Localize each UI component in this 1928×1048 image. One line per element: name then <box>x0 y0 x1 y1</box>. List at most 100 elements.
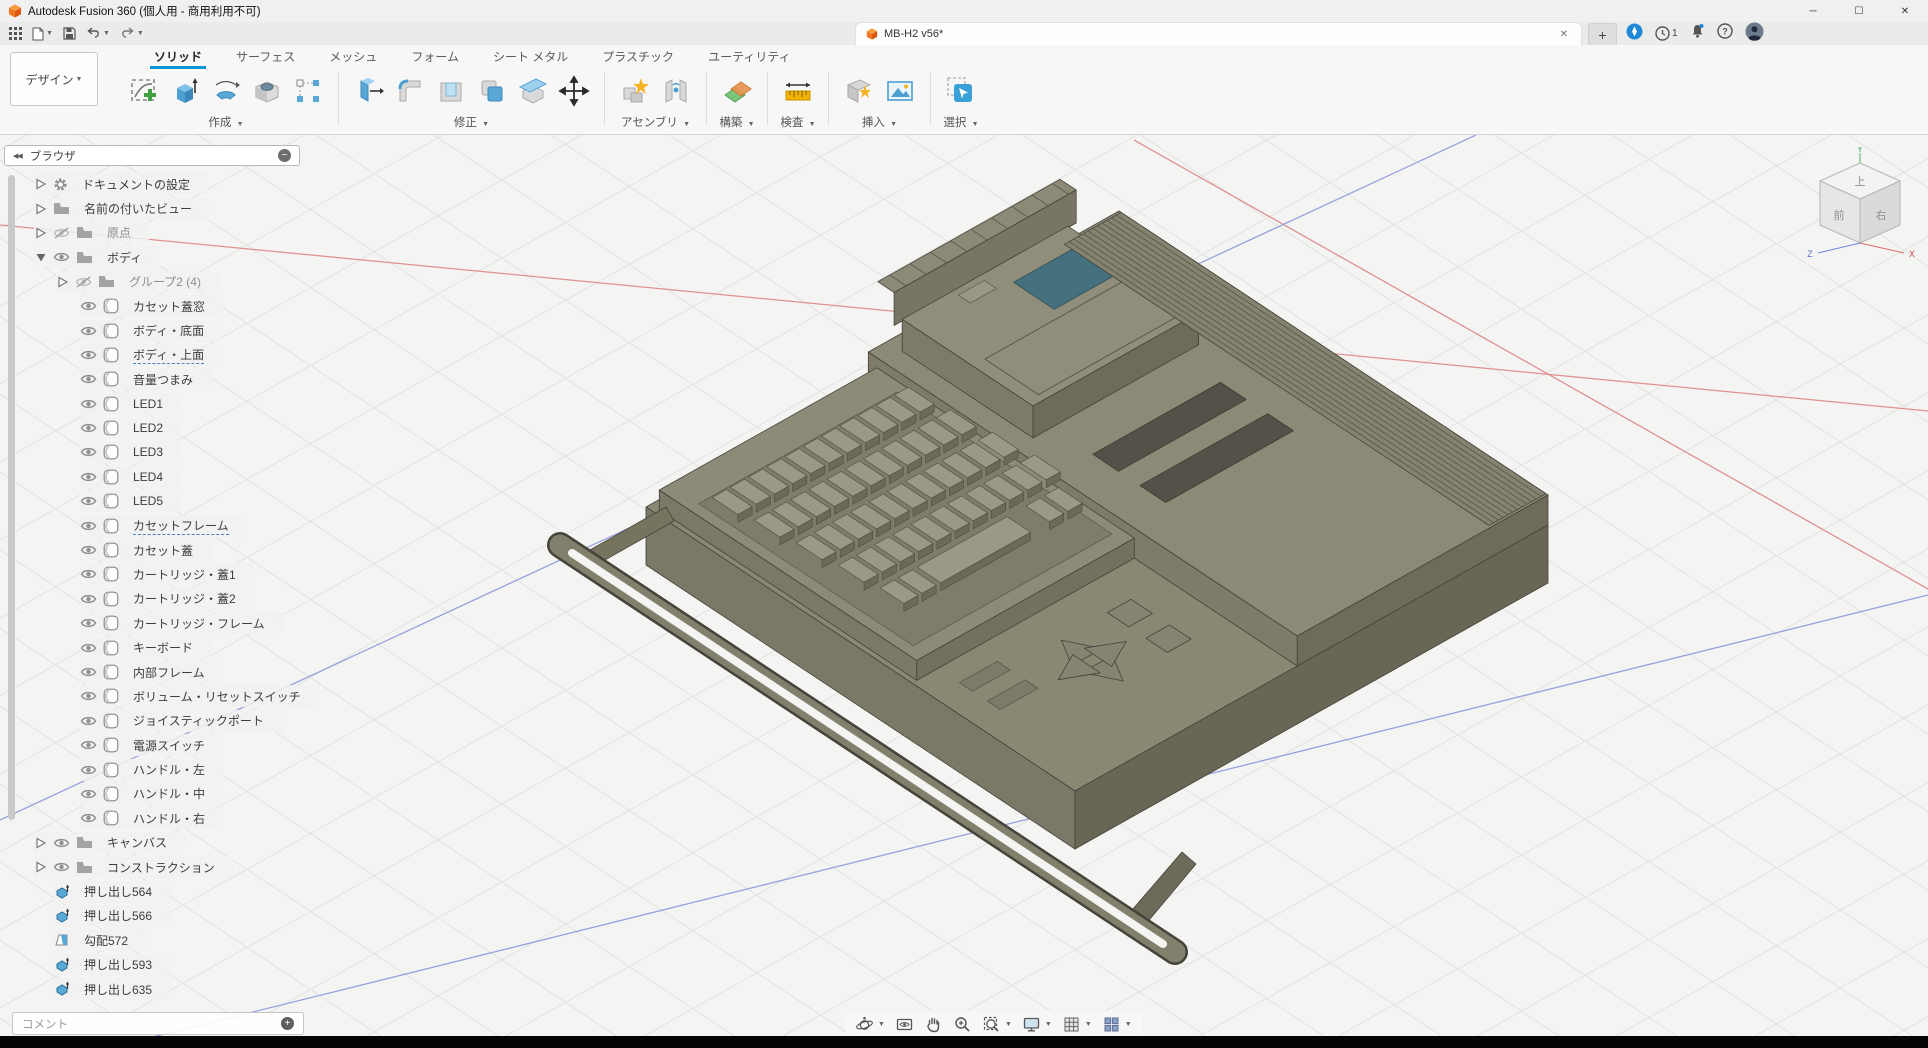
zoom-icon[interactable] <box>953 1015 972 1034</box>
viewports-icon[interactable]: ▼ <box>1102 1015 1132 1034</box>
expand-arrow-icon[interactable] <box>34 202 47 216</box>
extensions-icon[interactable] <box>1626 23 1643 45</box>
browser-header[interactable]: ◀◀ ブラウザ − <box>4 145 300 166</box>
ribbon-tab-1[interactable]: ソリッド <box>140 48 216 69</box>
visibility-eye-icon[interactable] <box>80 593 97 605</box>
decal-icon[interactable] <box>841 71 877 111</box>
display-settings-icon[interactable]: ▼ <box>1022 1015 1052 1034</box>
tree-row-body[interactable]: カートリッジ・蓋1 <box>4 562 316 586</box>
tree-row-body[interactable]: ハンドル・中 <box>4 782 316 806</box>
help-icon[interactable]: ? <box>1717 23 1733 44</box>
collapse-panel-icon[interactable]: ◀◀ <box>13 152 22 160</box>
tree-row-root[interactable]: 名前の付いたビュー <box>4 196 316 220</box>
visibility-eye-icon[interactable] <box>53 227 70 239</box>
visibility-eye-icon[interactable] <box>80 568 97 580</box>
tree-row-body[interactable]: ボディ・上面 <box>4 343 316 367</box>
visibility-eye-icon[interactable] <box>80 690 97 702</box>
grid-display-icon[interactable]: ▼ <box>1062 1015 1092 1034</box>
ribbon-group-label[interactable]: 選択 ▼ <box>943 114 978 130</box>
undo-icon[interactable]: ▼ <box>83 25 113 42</box>
tree-row-body[interactable]: ボディ・底面 <box>4 318 316 342</box>
tree-row-body[interactable]: キーボード <box>4 635 316 659</box>
ribbon-group-label[interactable]: 修正 ▼ <box>454 114 489 130</box>
ribbon-group-label[interactable]: 検査 ▼ <box>780 114 815 130</box>
expand-arrow-icon[interactable] <box>34 836 47 850</box>
orbit-icon[interactable]: ▼ <box>855 1015 885 1034</box>
ribbon-tab-6[interactable]: プラスチック <box>588 48 688 69</box>
visibility-eye-icon[interactable] <box>53 251 70 263</box>
tree-row-feature[interactable]: 勾配572 <box>4 928 316 952</box>
visibility-eye-icon[interactable] <box>80 422 97 434</box>
visibility-eye-icon[interactable] <box>80 373 97 385</box>
canvas-image-icon[interactable] <box>882 71 918 111</box>
shell-icon[interactable] <box>433 71 469 111</box>
expand-arrow-icon[interactable] <box>34 860 47 874</box>
save-icon[interactable] <box>60 25 79 42</box>
joint-icon[interactable] <box>658 71 694 111</box>
visibility-eye-icon[interactable] <box>80 398 97 410</box>
hole-icon[interactable] <box>249 71 285 111</box>
visibility-eye-icon[interactable] <box>80 788 97 800</box>
visibility-eye-icon[interactable] <box>80 446 97 458</box>
tab-close-icon[interactable]: ✕ <box>1557 29 1571 40</box>
tree-row-feature[interactable]: 押し出し566 <box>4 904 316 928</box>
ribbon-tab-3[interactable]: メッシュ <box>315 48 391 69</box>
ribbon-tab-4[interactable]: フォーム <box>397 48 473 69</box>
new-component-icon[interactable] <box>617 71 653 111</box>
look-at-icon[interactable] <box>895 1015 914 1034</box>
pattern-icon[interactable] <box>290 71 326 111</box>
ribbon-tab-7[interactable]: ユーティリティ <box>694 48 805 69</box>
tree-row-body[interactable]: LED5 <box>4 489 316 513</box>
file-menu-icon[interactable]: ▼ <box>29 25 56 43</box>
combine-icon[interactable] <box>474 71 510 111</box>
revolve-icon[interactable] <box>208 71 244 111</box>
visibility-eye-icon[interactable] <box>80 764 97 776</box>
comment-input[interactable]: コメント + <box>12 1012 304 1035</box>
construction-plane-icon[interactable] <box>719 71 755 111</box>
job-status-icon[interactable]: 1 <box>1655 26 1678 41</box>
new-tab-button[interactable]: + <box>1588 23 1617 46</box>
tree-row-body[interactable]: カセット蓋 <box>4 538 316 562</box>
tree-row-body[interactable]: ジョイスティックポート <box>4 709 316 733</box>
avatar[interactable] <box>1745 22 1764 46</box>
fillet-icon[interactable] <box>392 71 428 111</box>
ribbon-group-label[interactable]: 作成 ▼ <box>208 114 243 130</box>
tree-row-body[interactable]: LED2 <box>4 416 316 440</box>
tree-row-body[interactable]: カセットフレーム <box>4 513 316 537</box>
tree-row-body[interactable]: カートリッジ・フレーム <box>4 611 316 635</box>
tree-row-feature[interactable]: 押し出し593 <box>4 953 316 977</box>
workspace-switcher[interactable]: デザイン ▼ <box>10 52 98 106</box>
visibility-eye-icon[interactable] <box>80 300 97 312</box>
visibility-eye-icon[interactable] <box>80 812 97 824</box>
select-icon[interactable] <box>943 71 979 111</box>
minimize-button[interactable]: ─ <box>1790 0 1836 22</box>
expand-arrow-icon[interactable] <box>56 275 69 289</box>
app-grid-icon[interactable] <box>6 25 25 42</box>
visibility-eye-icon[interactable] <box>80 715 97 727</box>
tree-row-root[interactable]: コンストラクション <box>4 855 316 879</box>
tree-row-feature[interactable]: 押し出し564 <box>4 879 316 903</box>
ribbon-tab-5[interactable]: シート メタル <box>479 48 582 69</box>
document-tab[interactable]: MB-H2 v56* ✕ <box>855 22 1582 45</box>
view-cube[interactable]: 上 前 右 Y Z X <box>1798 147 1922 269</box>
browser-scrollbar[interactable] <box>8 175 15 820</box>
visibility-eye-icon[interactable] <box>80 739 97 751</box>
maximize-button[interactable]: ☐ <box>1836 0 1882 22</box>
measure-icon[interactable] <box>780 71 816 111</box>
tree-row-body[interactable]: カセット蓋窓 <box>4 294 316 318</box>
create-sketch-icon[interactable] <box>126 71 162 111</box>
tree-row-root[interactable]: キャンバス <box>4 831 316 855</box>
pan-icon[interactable] <box>924 1015 943 1034</box>
visibility-eye-icon[interactable] <box>80 642 97 654</box>
notifications-bell-icon[interactable] <box>1690 23 1705 44</box>
add-comment-icon[interactable]: + <box>281 1017 294 1030</box>
ribbon-group-label[interactable]: 構築 ▼ <box>719 114 754 130</box>
visibility-eye-icon[interactable] <box>80 666 97 678</box>
extrude-icon[interactable] <box>167 71 203 111</box>
tree-row-body[interactable]: ハンドル・左 <box>4 757 316 781</box>
tree-row-root[interactable]: ドキュメントの設定 <box>4 172 316 196</box>
press-pull-icon[interactable] <box>351 71 387 111</box>
tree-row-body[interactable]: 電源スイッチ <box>4 733 316 757</box>
tree-row-group[interactable]: グループ2 (4) <box>4 270 316 294</box>
visibility-eye-icon[interactable] <box>53 837 70 849</box>
